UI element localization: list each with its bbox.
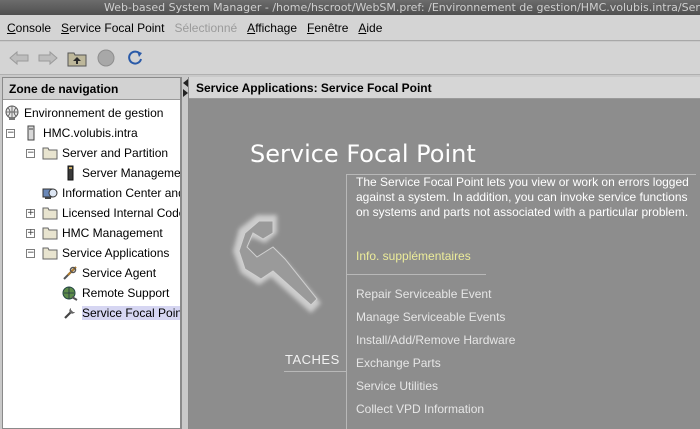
task-manage-serviceable-events[interactable]: Manage Serviceable Events [356, 310, 505, 324]
task-install-add-remove-hardware[interactable]: Install/Add/Remove Hardware [356, 333, 515, 347]
folder-icon [42, 247, 58, 260]
up-level-button[interactable] [65, 46, 89, 70]
menu-fenetre[interactable]: Fenêtre [302, 15, 353, 41]
menu-selectionne[interactable]: Sélectionné [169, 15, 242, 41]
navigation-panel: Zone de navigation Environnement de gest… [2, 77, 181, 429]
page-title: Service Focal Point [250, 140, 476, 168]
menu-bar: Console Service Focal Point Sélectionné … [0, 15, 700, 41]
tree-item-server-management[interactable]: Server Management [62, 163, 181, 183]
remote-support-icon [62, 286, 78, 301]
tree-label: Server and Partition [62, 146, 169, 160]
tree-label: Environnement de gestion [24, 106, 164, 120]
stop-button[interactable] [94, 46, 118, 70]
tree-label: Service Focal Point [82, 306, 180, 320]
folder-icon [42, 147, 58, 160]
divider [346, 174, 347, 429]
globe-icon [5, 105, 19, 120]
tree-label: Licensed Internal Code Maintenance [62, 206, 180, 220]
menu-service-focal-point[interactable]: Service Focal Point [56, 15, 169, 41]
server-tower-icon [67, 165, 74, 181]
tree-label: Server Management [82, 166, 181, 180]
server-icon [27, 125, 35, 141]
wrench-icon [64, 308, 75, 319]
menu-affichage[interactable]: Affichage [242, 15, 302, 41]
info-center-icon [42, 188, 58, 199]
refresh-button[interactable] [123, 46, 147, 70]
menu-console[interactable]: Console [2, 15, 56, 41]
refresh-icon [128, 50, 142, 65]
collapse-toggle[interactable]: − [26, 249, 35, 258]
tree-label: HMC.volubis.intra [43, 126, 138, 140]
tree-item-service-agent[interactable]: Service Agent [62, 263, 156, 283]
tasks-label: TACHES [285, 352, 340, 367]
back-arrow-icon [9, 50, 29, 66]
content-panel: Service Applications: Service Focal Poin… [189, 77, 700, 429]
tree-item-environnement-de-gestion[interactable]: Environnement de gestion [4, 103, 163, 123]
tree-item-information-center[interactable]: Information Center and Setup Wizard [42, 183, 180, 203]
panel-splitter[interactable] [181, 77, 189, 429]
window-title: Web-based System Manager - /home/hscroot… [104, 1, 700, 14]
tree-item-service-focal-point[interactable]: Service Focal Point [62, 303, 180, 323]
forward-button[interactable] [36, 46, 60, 70]
collapse-toggle[interactable]: − [6, 129, 15, 138]
description-text: The Service Focal Point lets you view or… [356, 175, 689, 219]
tree-label: Service Agent [82, 266, 157, 280]
menu-aide[interactable]: Aide [353, 15, 387, 41]
tree-label: Service Applications [62, 246, 170, 260]
task-exchange-parts[interactable]: Exchange Parts [356, 356, 441, 370]
tools-icon [63, 266, 77, 280]
tree-item-remote-support[interactable]: Remote Support [62, 283, 169, 303]
forward-arrow-icon [38, 50, 58, 66]
task-repair-serviceable-event[interactable]: Repair Serviceable Event [356, 287, 491, 301]
tree-label: Remote Support [82, 286, 170, 300]
expand-right-arrow-icon[interactable] [183, 89, 188, 97]
toolbar [0, 42, 700, 75]
window-title-bar[interactable]: Web-based System Manager - /home/hscroot… [0, 0, 700, 15]
collapse-toggle[interactable]: − [26, 149, 35, 158]
folder-icon [42, 207, 58, 220]
navigation-header: Zone de navigation [3, 78, 180, 100]
collapse-left-arrow-icon[interactable] [183, 79, 188, 87]
divider [284, 371, 347, 372]
tree-item-hmc-management[interactable]: HMC Management [42, 223, 163, 243]
up-folder-icon [67, 52, 87, 67]
stop-icon [97, 49, 115, 67]
task-collect-vpd-information[interactable]: Collect VPD Information [356, 402, 484, 416]
tree-item-service-applications[interactable]: Service Applications [42, 243, 169, 263]
tree-label: HMC Management [62, 226, 163, 240]
divider [346, 274, 486, 275]
more-info-link[interactable]: Info. supplémentaires [356, 249, 471, 263]
tree-label: Information Center and Setup Wizard [62, 186, 180, 200]
task-service-utilities[interactable]: Service Utilities [356, 379, 438, 393]
back-button[interactable] [7, 46, 31, 70]
wrench-icon [233, 215, 321, 313]
content-header: Service Applications: Service Focal Poin… [189, 77, 700, 99]
expand-toggle[interactable]: + [26, 209, 35, 218]
tree-item-licensed-internal-code[interactable]: Licensed Internal Code Maintenance [42, 203, 180, 223]
tree-item-server-and-partition[interactable]: Server and Partition [42, 143, 168, 163]
folder-icon [42, 227, 58, 240]
tree-item-hmc[interactable]: HMC.volubis.intra [23, 123, 138, 143]
expand-toggle[interactable]: + [26, 229, 35, 238]
